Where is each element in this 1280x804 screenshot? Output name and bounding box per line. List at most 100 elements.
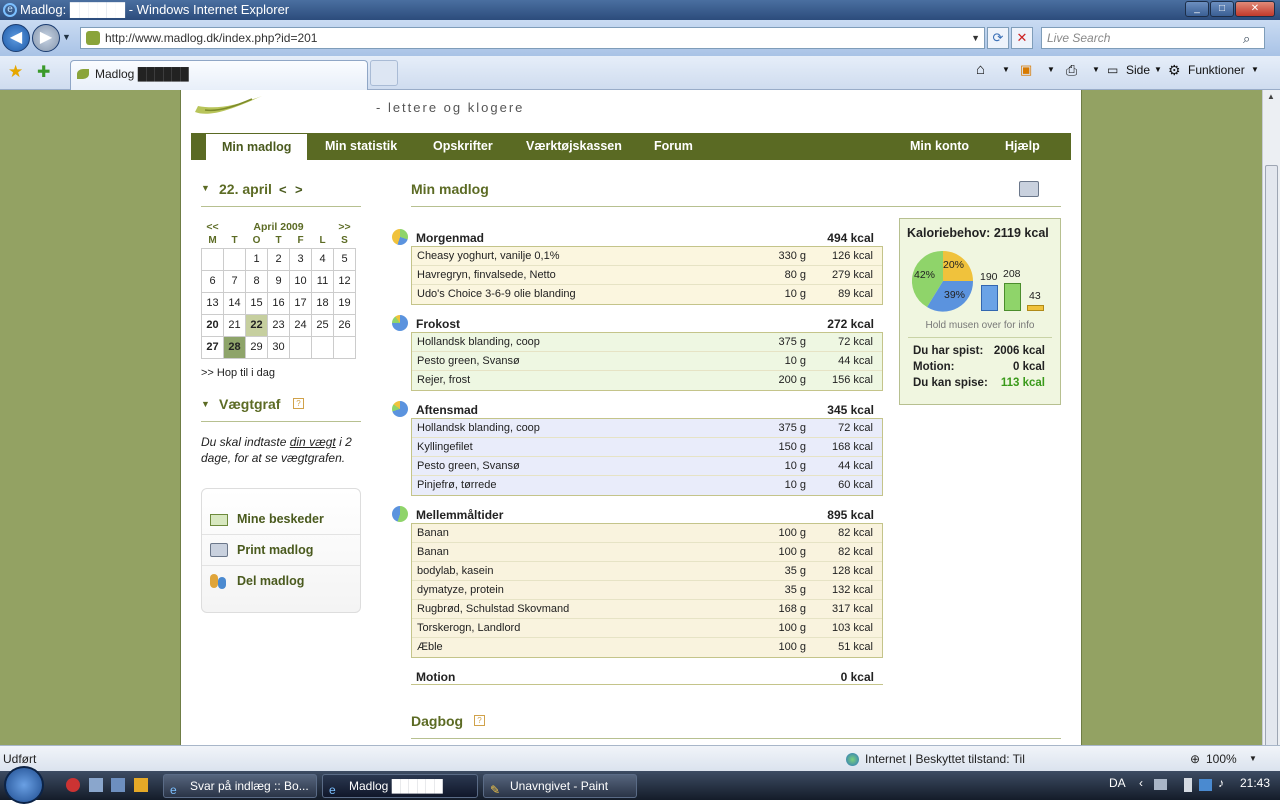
calendar-day[interactable]: 6 (201, 269, 224, 293)
tab-madlog[interactable]: Madlog ██████ (70, 60, 368, 90)
food-row[interactable]: Pesto green, Svansø 10 g 44 kcal (412, 352, 882, 371)
zoom-dropdown-icon[interactable]: ▼ (1249, 746, 1257, 772)
calendar-day[interactable]: 3 (289, 247, 312, 271)
food-row[interactable]: Banan 100 g 82 kcal (412, 543, 882, 562)
calendar-day[interactable]: 4 (311, 247, 334, 271)
share-madlog-link[interactable]: Del madlog (202, 566, 360, 597)
tools-menu-button[interactable]: Funktioner (1188, 56, 1245, 86)
calendar-day[interactable]: 25 (311, 313, 334, 337)
search-icon[interactable]: ⌕ (1243, 31, 1250, 47)
food-row[interactable]: dymatyze, protein 35 g 132 kcal (412, 581, 882, 600)
back-button[interactable]: ◀ (2, 24, 30, 52)
favorites-star-icon[interactable]: ★ (8, 62, 23, 82)
meal-header-aftensmad[interactable]: Aftensmad 345 kcal (416, 403, 874, 417)
tools-dropdown-icon[interactable]: ▼ (1251, 56, 1259, 86)
search-input[interactable]: Live Search (1041, 27, 1265, 49)
page-menu-button[interactable]: Side (1126, 56, 1150, 86)
weight-link[interactable]: din vægt (290, 435, 336, 449)
maximize-button[interactable]: □ (1210, 1, 1234, 17)
messages-link[interactable]: Mine beskeder (202, 504, 360, 535)
forward-button[interactable]: ▶ (32, 24, 60, 52)
tray-arrow-icon[interactable]: ‹ (1139, 776, 1143, 790)
nav-vaerktoejskassen[interactable]: Værktøjskassen (526, 133, 622, 160)
start-button[interactable] (4, 766, 44, 804)
food-row[interactable]: Banan 100 g 82 kcal (412, 524, 882, 543)
calendar-day[interactable]: 1 (245, 247, 268, 271)
calendar-next-month[interactable]: >> (334, 220, 356, 234)
nav-min-konto[interactable]: Min konto (910, 133, 969, 160)
calendar-day[interactable]: 29 (245, 335, 268, 359)
calendar-day[interactable]: 10 (289, 269, 312, 293)
calendar-day[interactable]: 2 (267, 247, 290, 271)
home-icon[interactable]: ⌂ (976, 56, 985, 86)
security-zone[interactable]: Internet | Beskyttet tilstand: Til (865, 746, 1025, 772)
taskbar-item-forum[interactable]: e Svar på indlæg :: Bo... (163, 774, 317, 798)
hop-to-today-link[interactable]: >> Hop til i dag (201, 367, 275, 379)
date-collapse-icon[interactable]: ▼ (201, 183, 210, 193)
feeds-icon[interactable]: ▣ (1020, 56, 1032, 86)
scroll-thumb[interactable] (1265, 165, 1278, 755)
calendar-day[interactable]: 11 (311, 269, 334, 293)
food-row[interactable]: Pesto green, Svansø 10 g 44 kcal (412, 457, 882, 476)
language-indicator[interactable]: DA (1109, 776, 1126, 790)
food-row[interactable]: Hollandsk blanding, coop 375 g 72 kcal (412, 419, 882, 438)
print-madlog-link[interactable]: Print madlog (202, 535, 360, 566)
nav-min-madlog[interactable]: Min madlog (206, 134, 308, 160)
food-row[interactable]: Udo's Choice 3-6-9 olie blanding 10 g 89 k… (412, 285, 882, 304)
scroll-up-icon[interactable]: ▲ (1267, 92, 1275, 101)
quicklaunch-opera-icon[interactable] (66, 778, 80, 792)
address-input[interactable]: http://www.madlog.dk/index.php?id=201 ▼ (80, 27, 985, 49)
refresh-button[interactable]: ⟳ (987, 27, 1009, 49)
calendar-day[interactable]: 5 (333, 247, 356, 271)
tray-network-icon[interactable] (1154, 779, 1167, 790)
meal-pie-icon[interactable] (392, 401, 408, 417)
meal-header-mellemmaaltider[interactable]: Mellemmåltider 895 kcal (416, 508, 874, 522)
food-row[interactable]: Æble 100 g 51 kcal (412, 638, 882, 657)
address-dropdown-icon[interactable]: ▼ (971, 28, 980, 48)
new-tab-button[interactable] (370, 60, 398, 86)
food-row[interactable]: Rugbrød, Schulstad Skovmand 168 g 317 kcal (412, 600, 882, 619)
food-row[interactable]: Pinjefrø, tørrede 10 g 60 kcal (412, 476, 882, 495)
quicklaunch-desktop-icon[interactable] (89, 778, 103, 792)
print-dropdown-icon[interactable]: ▼ (1092, 56, 1100, 86)
tray-volume-icon[interactable]: ♪ (1218, 776, 1224, 790)
meal-pie-icon[interactable] (392, 315, 408, 331)
page-dropdown-icon[interactable]: ▼ (1154, 56, 1162, 86)
food-row[interactable]: Havregryn, finvalsede, Netto 80 g 279 kcal (412, 266, 882, 285)
add-favorites-icon[interactable]: ✚ (37, 62, 50, 82)
history-dropdown-icon[interactable]: ▼ (62, 32, 71, 42)
meal-header-morgenmad[interactable]: Morgenmad 494 kcal (416, 231, 874, 245)
close-window-button[interactable]: ✕ (1235, 1, 1275, 17)
calendar-day[interactable]: 16 (267, 291, 290, 315)
food-row[interactable]: bodylab, kasein 35 g 128 kcal (412, 562, 882, 581)
calendar-day[interactable]: 7 (223, 269, 246, 293)
quicklaunch-switch-icon[interactable] (111, 778, 125, 792)
minimize-button[interactable]: _ (1185, 1, 1209, 17)
taskbar-item-paint[interactable]: ✎ Unavngivet - Paint (483, 774, 637, 798)
food-row[interactable]: Cheasy yoghurt, vanilje 0,1% 330 g 126 kca… (412, 247, 882, 266)
calendar-day[interactable]: 14 (223, 291, 246, 315)
meal-header-frokost[interactable]: Frokost 272 kcal (416, 317, 874, 331)
calendar-day[interactable]: 26 (333, 313, 356, 337)
calendar-day[interactable]: 13 (201, 291, 224, 315)
calendar-day[interactable]: 12 (333, 269, 356, 293)
nav-opskrifter[interactable]: Opskrifter (433, 133, 493, 160)
zoom-level[interactable]: 100% (1206, 746, 1237, 772)
calendar-day[interactable]: 23 (267, 313, 290, 337)
meal-pie-icon[interactable] (392, 506, 408, 522)
home-dropdown-icon[interactable]: ▼ (1002, 56, 1010, 86)
calendar-day[interactable]: 9 (267, 269, 290, 293)
food-row[interactable]: Rejer, frost 200 g 156 kcal (412, 371, 882, 390)
calendar-day[interactable]: 27 (201, 335, 224, 359)
weight-collapse-icon[interactable]: ▼ (201, 399, 210, 409)
nav-min-statistik[interactable]: Min statistik (325, 133, 397, 160)
calendar-day[interactable]: 19 (333, 291, 356, 315)
meal-pie-icon[interactable] (392, 229, 408, 245)
taskbar-item-madlog[interactable]: e Madlog ██████ (322, 774, 478, 798)
nav-hjaelp[interactable]: Hjælp (1005, 133, 1040, 160)
quicklaunch-media-icon[interactable] (134, 778, 148, 792)
food-row[interactable]: Kyllingefilet 150 g 168 kcal (412, 438, 882, 457)
calendar-day[interactable]: 22 (245, 313, 268, 337)
feeds-dropdown-icon[interactable]: ▼ (1047, 56, 1055, 86)
calendar-day[interactable]: 24 (289, 313, 312, 337)
